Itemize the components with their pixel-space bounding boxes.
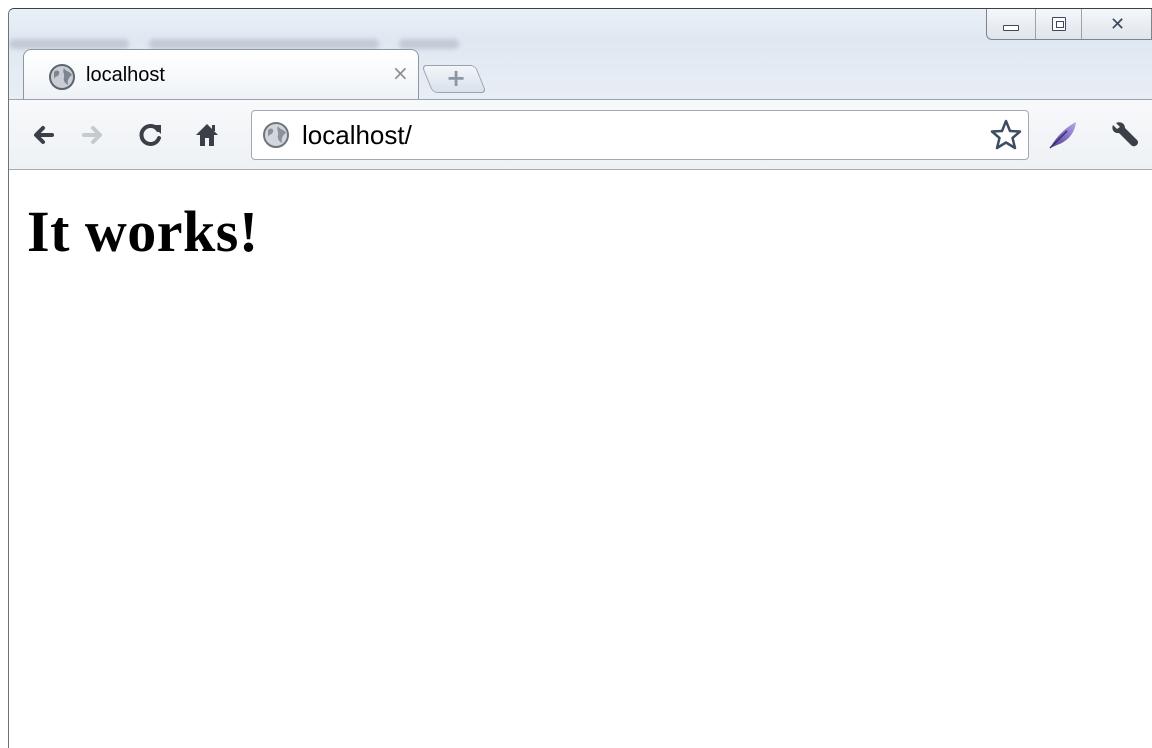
back-arrow-icon	[34, 126, 54, 144]
globe-icon	[49, 64, 75, 90]
blurred-title-text	[9, 39, 129, 49]
forward-button[interactable]	[73, 110, 113, 160]
back-button[interactable]	[23, 110, 63, 160]
reload-button[interactable]	[131, 110, 171, 160]
extension-button[interactable]	[1043, 110, 1083, 160]
blurred-title-text	[399, 39, 459, 49]
title-bar: ✕ localhost × +	[9, 9, 1152, 99]
feather-icon	[1049, 122, 1076, 149]
home-icon	[196, 124, 218, 146]
tab-close-icon[interactable]: ×	[392, 61, 409, 85]
page-heading: It works!	[27, 199, 259, 264]
maximize-button[interactable]	[1035, 9, 1081, 39]
window-controls: ✕	[986, 9, 1152, 40]
maximize-icon	[1052, 17, 1066, 31]
address-bar[interactable]: localhost/	[251, 110, 1029, 160]
browser-toolbar: localhost/	[9, 99, 1152, 170]
globe-icon	[263, 122, 289, 148]
close-icon: ✕	[1110, 14, 1126, 35]
forward-arrow-icon	[82, 126, 102, 144]
url-text: localhost/	[302, 120, 412, 150]
tab-localhost[interactable]: localhost ×	[23, 49, 419, 99]
browser-window: ✕ localhost × + localhost/ It works!	[8, 8, 1152, 748]
settings-wrench-button[interactable]	[1105, 110, 1145, 160]
minimize-icon	[1003, 25, 1019, 31]
reload-icon	[139, 124, 161, 146]
wrench-icon	[1112, 122, 1139, 147]
blurred-title-text	[149, 39, 379, 49]
tab-title: localhost	[86, 64, 165, 86]
minimize-button[interactable]	[987, 9, 1035, 39]
star-icon[interactable]	[988, 117, 1024, 153]
plus-icon: +	[446, 64, 467, 92]
page-content: It works!	[9, 170, 1152, 748]
home-button[interactable]	[187, 110, 227, 160]
close-window-button[interactable]: ✕	[1081, 9, 1151, 39]
